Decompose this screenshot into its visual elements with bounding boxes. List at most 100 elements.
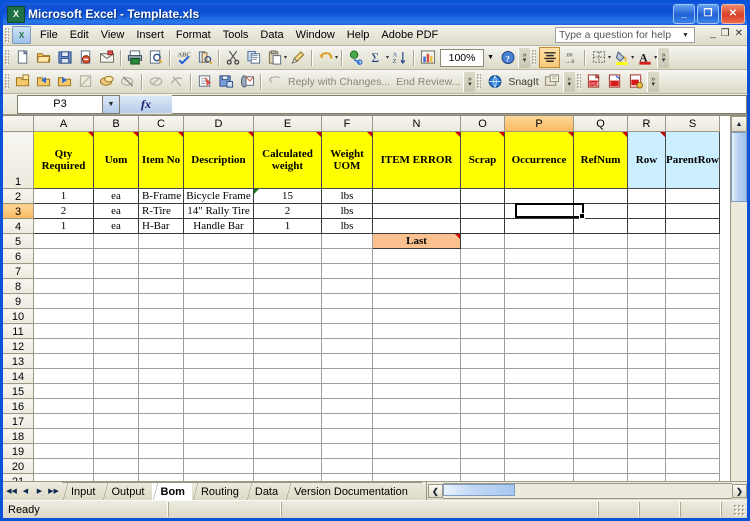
header-cell-C1[interactable]: Item No xyxy=(138,131,184,189)
cell-B14[interactable] xyxy=(93,368,139,384)
standard-toolbar-grip[interactable] xyxy=(5,50,9,65)
cell-S6[interactable] xyxy=(665,248,720,264)
first-sheet-button[interactable]: ◀◀ xyxy=(5,484,18,499)
reviewing-toolbar-grip[interactable] xyxy=(5,74,9,89)
cell-Q18[interactable] xyxy=(573,428,628,444)
column-header-D[interactable]: D xyxy=(183,116,254,132)
cell-R6[interactable] xyxy=(627,248,666,264)
cell-S21[interactable] xyxy=(665,473,720,481)
formatting-toolbar-grip[interactable] xyxy=(532,50,537,65)
formatting-toolbar-overflow[interactable]: » ▾ xyxy=(657,47,670,68)
cell-S2[interactable] xyxy=(665,188,720,204)
cell-C8[interactable] xyxy=(138,278,184,294)
scroll-left-button[interactable]: ❮ xyxy=(427,484,443,498)
cell-R20[interactable] xyxy=(627,458,666,474)
spelling-button[interactable]: ABC xyxy=(173,48,194,68)
header-cell-E1[interactable]: Calculated weight xyxy=(253,131,322,189)
cell-N2[interactable] xyxy=(372,188,461,204)
cell-N18[interactable] xyxy=(372,428,461,444)
cell-C17[interactable] xyxy=(138,413,184,429)
column-header-S[interactable]: S xyxy=(665,116,720,132)
cell-Q8[interactable] xyxy=(573,278,628,294)
cell-P17[interactable] xyxy=(504,413,574,429)
cell-O10[interactable] xyxy=(460,308,505,324)
cell-E20[interactable] xyxy=(253,458,322,474)
snagit-toolbar-overflow[interactable]: » ▾ xyxy=(562,71,575,92)
borders-button[interactable] xyxy=(588,48,609,68)
sheet-tab-bom[interactable]: Bom xyxy=(151,482,192,500)
print-button[interactable] xyxy=(124,48,145,68)
ask-a-question-input[interactable]: Type a question for help xyxy=(555,27,695,43)
cell-F3[interactable]: lbs xyxy=(321,203,373,219)
fill-color-button[interactable] xyxy=(611,48,632,68)
convert-and-email-button[interactable] xyxy=(605,72,626,92)
header-cell-R1[interactable]: Row xyxy=(627,131,666,189)
cell-P11[interactable] xyxy=(504,323,574,339)
cell-F6[interactable] xyxy=(321,248,373,264)
cell-P14[interactable] xyxy=(504,368,574,384)
cell-A3[interactable]: 2 xyxy=(33,203,94,219)
cell-N4[interactable] xyxy=(372,218,461,234)
cell-F11[interactable] xyxy=(321,323,373,339)
cell-C14[interactable] xyxy=(138,368,184,384)
cell-R13[interactable] xyxy=(627,353,666,369)
menu-help[interactable]: Help xyxy=(341,27,376,43)
header-cell-S1[interactable]: ParentRow xyxy=(665,131,720,189)
scroll-right-button[interactable]: ❯ xyxy=(732,484,747,498)
acrobat-toolbar-overflow[interactable]: » ▾ xyxy=(646,71,659,92)
cell-D6[interactable] xyxy=(183,248,254,264)
column-header-P[interactable]: P xyxy=(504,116,574,132)
menu-view[interactable]: View xyxy=(95,27,131,43)
zoom-dropdown-arrow[interactable]: ▼ xyxy=(484,50,497,66)
cell-E6[interactable] xyxy=(253,248,322,264)
cell-O4[interactable] xyxy=(460,218,505,234)
cell-E7[interactable] xyxy=(253,263,322,279)
insert-function-icon[interactable]: fx xyxy=(120,95,172,113)
save-button[interactable] xyxy=(54,48,75,68)
menu-format[interactable]: Format xyxy=(170,27,217,43)
undo-button[interactable] xyxy=(315,48,336,68)
format-painter-button[interactable] xyxy=(287,48,308,68)
cell-A19[interactable] xyxy=(33,443,94,459)
cell-N15[interactable] xyxy=(372,383,461,399)
end-review-label[interactable]: End Review... xyxy=(393,76,463,88)
cell-A7[interactable] xyxy=(33,263,94,279)
cell-C11[interactable] xyxy=(138,323,184,339)
cell-N14[interactable] xyxy=(372,368,461,384)
column-header-A[interactable]: A xyxy=(33,116,94,132)
zoom-input[interactable]: 100% xyxy=(440,48,485,67)
header-cell-A1[interactable]: Qty Required xyxy=(33,131,94,189)
cell-R3[interactable] xyxy=(627,203,666,219)
cell-D4[interactable]: Handle Bar xyxy=(183,218,254,234)
cell-N19[interactable] xyxy=(372,443,461,459)
name-box-dropdown-icon[interactable]: ▼ xyxy=(103,94,120,114)
cell-C2[interactable]: B-Frame xyxy=(138,188,184,204)
cell-A8[interactable] xyxy=(33,278,94,294)
row-header-8[interactable]: 8 xyxy=(3,278,34,294)
cell-B7[interactable] xyxy=(93,263,139,279)
reviewing-toolbar-overflow[interactable]: » ▾ xyxy=(463,71,476,92)
cell-A15[interactable] xyxy=(33,383,94,399)
select-all-corner[interactable] xyxy=(3,116,34,132)
cell-Q4[interactable] xyxy=(573,218,628,234)
cell-D9[interactable] xyxy=(183,293,254,309)
cell-E16[interactable] xyxy=(253,398,322,414)
cell-Q17[interactable] xyxy=(573,413,628,429)
header-cell-O1[interactable]: Scrap xyxy=(460,131,505,189)
align-center-button[interactable] xyxy=(539,47,561,68)
previous-folder-button[interactable] xyxy=(33,72,54,92)
cell-R10[interactable] xyxy=(627,308,666,324)
cell-N20[interactable] xyxy=(372,458,461,474)
cell-F19[interactable] xyxy=(321,443,373,459)
cell-B15[interactable] xyxy=(93,383,139,399)
cell-E17[interactable] xyxy=(253,413,322,429)
cell-O7[interactable] xyxy=(460,263,505,279)
cell-A18[interactable] xyxy=(33,428,94,444)
cell-B11[interactable] xyxy=(93,323,139,339)
sort-ascending-button[interactable]: AZ xyxy=(389,48,410,68)
cell-P3[interactable] xyxy=(504,203,574,219)
cell-C9[interactable] xyxy=(138,293,184,309)
cell-F10[interactable] xyxy=(321,308,373,324)
chevron-down-icon[interactable]: ▼ xyxy=(679,27,692,43)
cell-O8[interactable] xyxy=(460,278,505,294)
